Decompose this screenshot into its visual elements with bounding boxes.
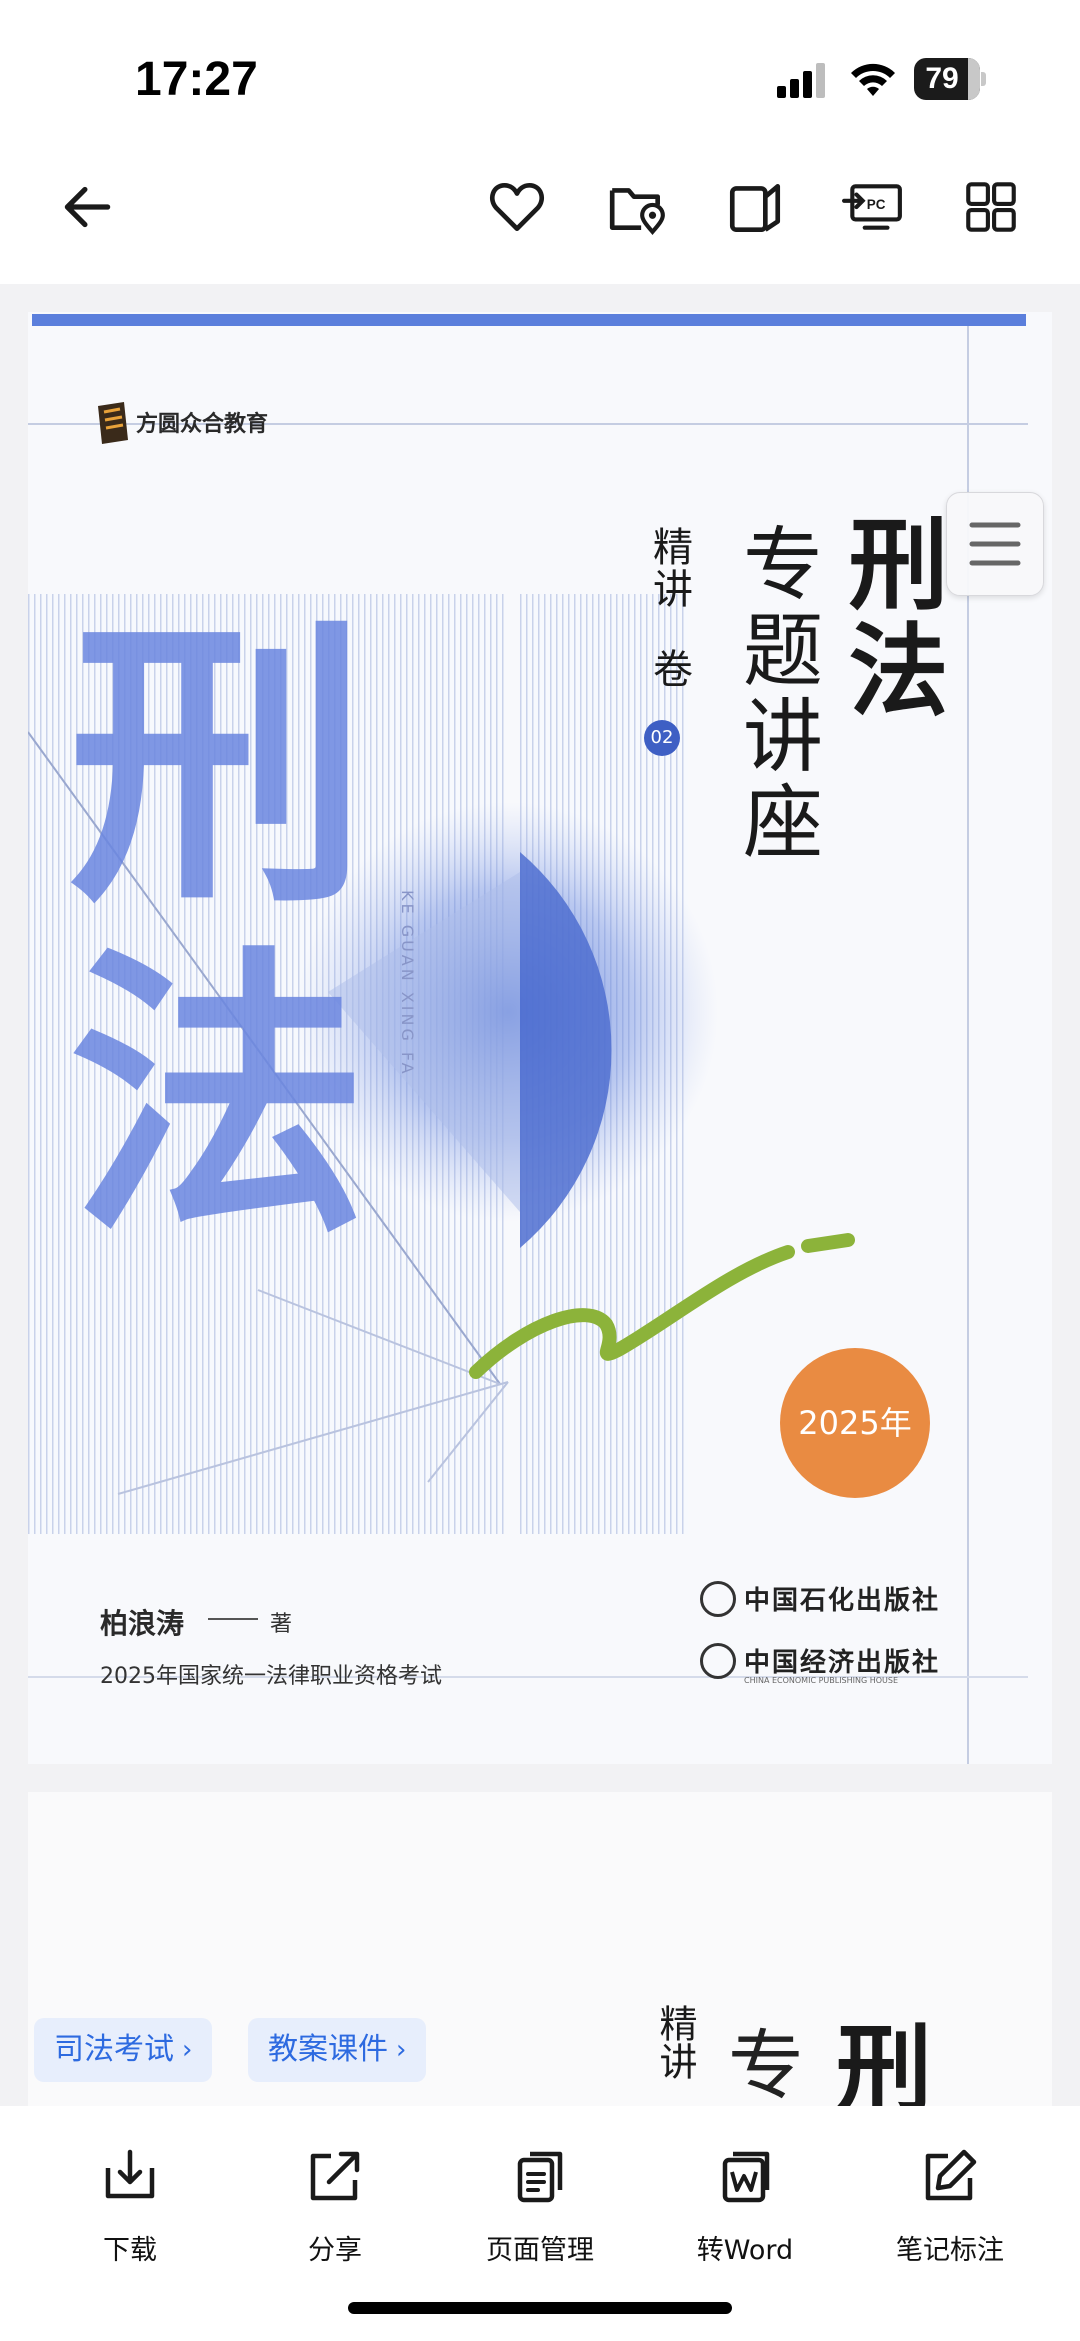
- publisher-2-en: CHINA ECONOMIC PUBLISHING HOUSE: [744, 1676, 899, 1685]
- notes-button[interactable]: 笔记标注: [860, 2146, 1040, 2276]
- convert-word-label: 转Word: [696, 2235, 794, 2266]
- cover-title-main: 刑法: [831, 512, 949, 724]
- word-document-icon: [715, 2146, 775, 2210]
- folder-location-icon[interactable]: [602, 172, 672, 242]
- cover-series-juan: 卷: [646, 648, 692, 688]
- chevron-right-icon: ›: [182, 2035, 193, 2065]
- share-button[interactable]: 分享: [245, 2146, 425, 2276]
- battery-body: 79: [914, 58, 980, 100]
- tag-chip-judicial-exam[interactable]: 司法考试 ›: [34, 2018, 213, 2082]
- grid-apps-icon[interactable]: [956, 172, 1026, 242]
- outline-menu-button[interactable]: [946, 492, 1044, 596]
- heart-icon[interactable]: [482, 172, 552, 242]
- notes-label: 笔记标注: [896, 2235, 1004, 2266]
- hamburger-menu-icon: [969, 522, 1021, 566]
- page2-title-main: 刑: [836, 2013, 932, 2112]
- author-role: 著: [270, 1612, 293, 1637]
- page-split-icon[interactable]: [720, 172, 790, 242]
- tag-label: 教案课件: [268, 2032, 388, 2067]
- home-indicator[interactable]: [348, 2302, 732, 2314]
- publisher-2-name: 中国经济出版社: [744, 1648, 941, 1678]
- publisher-1-name: 中国石化出版社: [744, 1586, 941, 1616]
- top-toolbar: PC: [0, 150, 1080, 284]
- svg-text:刑: 刑: [68, 590, 368, 943]
- year-badge: 2025年: [780, 1348, 930, 1498]
- status-bar: 17:27 79: [0, 0, 1080, 150]
- download-button[interactable]: 下载: [40, 2146, 220, 2276]
- volume-badge: 02: [644, 720, 680, 756]
- page2-series-jing: 精讲: [653, 2004, 697, 2080]
- back-arrow-icon[interactable]: [52, 172, 122, 242]
- publisher-logo-icon: [700, 1642, 736, 1679]
- brand-mark-icon: [98, 402, 128, 444]
- battery-indicator: 79: [914, 58, 986, 100]
- cover-title-sub: 专题讲座: [730, 522, 823, 866]
- chevron-right-icon: ›: [396, 2035, 407, 2065]
- publisher-2: 中国经济出版社 CHINA ECONOMIC PUBLISHING HOUSE: [700, 1642, 941, 1685]
- app-screen: 17:27 79 PC 刑 法 方圆众合教育 刑法 专题讲座 精讲 卷 02 K…: [0, 0, 1080, 2341]
- send-to-pc-icon[interactable]: PC: [838, 172, 908, 242]
- publisher-1: 中国石化出版社: [700, 1580, 940, 1617]
- document-page-1[interactable]: 刑 法 方圆众合教育 刑法 专题讲座 精讲 卷 02 KE GUAN XING …: [28, 312, 1052, 1764]
- cover-series-jing: 精讲: [646, 526, 692, 610]
- cover-pinyin: KE GUAN XING FA: [398, 890, 417, 1077]
- page-manage-icon: [510, 2146, 570, 2210]
- brand-name: 方圆众合教育: [136, 412, 269, 437]
- cellular-signal-icon: [777, 63, 825, 98]
- edit-note-icon: [920, 2146, 980, 2210]
- top-area: 17:27 79 PC: [0, 0, 1080, 284]
- tag-chip-courseware[interactable]: 教案课件 ›: [248, 2018, 427, 2082]
- status-time: 17:27: [135, 53, 258, 106]
- svg-text:PC: PC: [867, 197, 886, 212]
- brand-logo: 方圆众合教育: [94, 400, 268, 444]
- publisher-logo-icon: [700, 1580, 736, 1617]
- page-manage-label: 页面管理: [486, 2235, 594, 2266]
- share-icon: [305, 2146, 365, 2210]
- page-manage-button[interactable]: 页面管理: [450, 2146, 630, 2276]
- svg-text:法: 法: [68, 920, 368, 1273]
- share-label: 分享: [308, 2235, 362, 2266]
- exam-title: 2025年国家统一法律职业资格考试: [100, 1664, 442, 1689]
- author-dash: [208, 1618, 258, 1620]
- tag-label: 司法考试: [54, 2032, 174, 2067]
- page2-title-sub: 专: [728, 2021, 804, 2110]
- convert-word-button[interactable]: 转Word: [655, 2146, 835, 2276]
- download-label: 下载: [103, 2235, 157, 2266]
- wifi-icon: [851, 63, 895, 96]
- battery-level: 79: [925, 62, 959, 95]
- download-icon: [100, 2146, 160, 2210]
- author-name: 柏浪涛: [100, 1607, 185, 1640]
